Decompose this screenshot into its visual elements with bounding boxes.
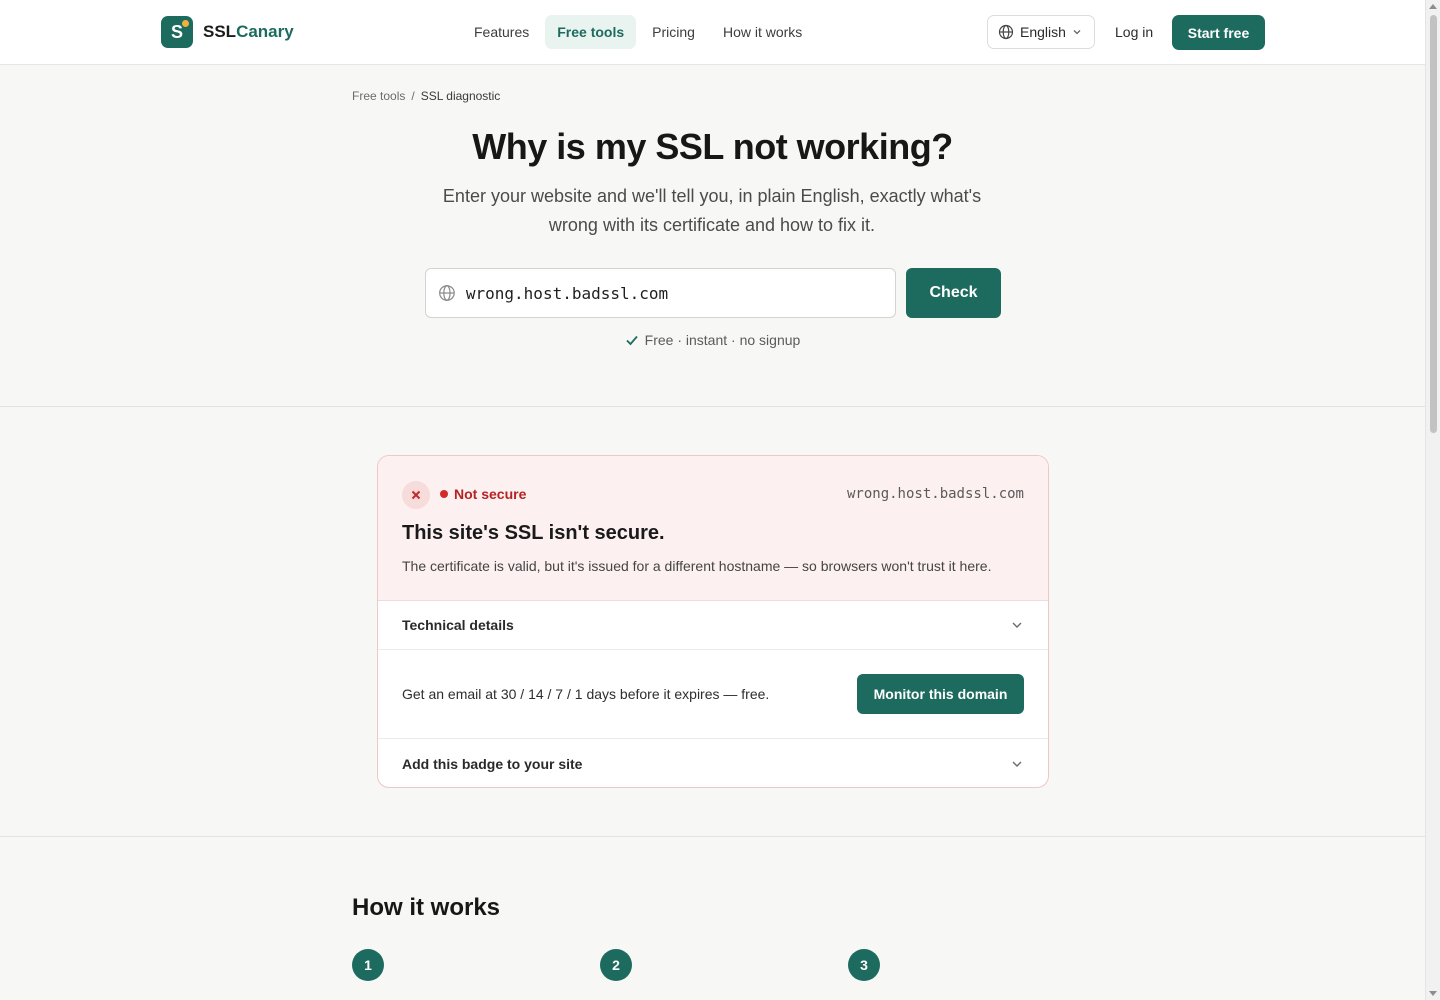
chevron-down-icon [1073,30,1081,35]
step-number-3: 3 [848,949,880,981]
result-summary: Not secure wrong.host.badssl.com This si… [378,456,1048,601]
brand-logo-dot [182,20,189,27]
status-dot [440,490,448,498]
nav-item-features[interactable]: Features [462,15,541,49]
chevron-down-icon [1012,622,1022,628]
start-free-button[interactable]: Start free [1172,15,1265,50]
language-label: English [1020,24,1066,40]
monitor-row: Get an email at 30 / 14 / 7 / 1 days bef… [378,650,1048,739]
ssl-result-card: Not secure wrong.host.badssl.com This si… [377,455,1049,788]
scroll-down-arrow[interactable] [1429,991,1437,996]
section-divider [0,406,1425,407]
result-hostname: wrong.host.badssl.com [846,486,1024,502]
brand-logo-link[interactable]: S SSLCanary [161,16,294,48]
breadcrumb: Free tools / SSL diagnostic [352,89,500,103]
brand-logo-letter: S [170,21,183,42]
step-number-1: 1 [352,949,384,981]
technical-details-label: Technical details [402,617,514,633]
status-badge: Not secure [440,486,526,502]
section-divider [0,836,1425,837]
check-button[interactable]: Check [906,268,1001,318]
status-label: Not secure [454,486,527,502]
domain-input[interactable] [465,283,883,303]
brand-name-suffix: Canary [236,22,294,41]
globe-icon [998,24,1014,40]
login-link[interactable]: Log in [1108,15,1160,49]
main-nav: Features Free tools Pricing How it works [462,15,814,49]
badge-label: Add this badge to your site [402,755,583,772]
scroll-up-arrow[interactable] [1429,4,1437,9]
chevron-down-icon [1012,761,1022,767]
close-icon [402,481,430,509]
scroll-thumb[interactable] [1430,15,1437,433]
language-selector[interactable]: English [987,15,1095,49]
brand-name-prefix: SSL [203,22,237,41]
badge-toggle[interactable]: Add this badge to your site [378,739,1048,787]
result-description: The certificate is valid, but it's issue… [402,558,992,574]
page: S SSLCanary Features Free tools Pricing … [0,0,1425,1000]
free-note: Free · instant · no signup [0,332,1425,348]
step-number-2: 2 [600,949,632,981]
result-title: This site's SSL isn't secure. [402,522,665,544]
check-icon [626,335,638,346]
nav-item-how-it-works[interactable]: How it works [711,15,814,49]
brand-name: SSLCanary [203,22,294,42]
nav-item-pricing[interactable]: Pricing [640,15,707,49]
free-note-text: Free · instant · no signup [644,332,801,348]
page-scrollbar[interactable] [1425,0,1440,1000]
monitor-domain-button[interactable]: Monitor this domain [857,674,1024,714]
brand-logo-icon: S [161,16,193,48]
page-title: Why is my SSL not working? [472,126,953,167]
monitor-text: Get an email at 30 / 14 / 7 / 1 days bef… [402,686,770,702]
globe-icon [439,285,455,301]
how-it-works-title: How it works [352,894,501,921]
page-subtitle: Enter your website and we'll tell you, i… [442,186,982,235]
breadcrumb-separator: / [411,89,415,103]
technical-details-toggle[interactable]: Technical details [378,601,1048,650]
breadcrumb-current: SSL diagnostic [420,89,501,103]
top-navigation-bar: S SSLCanary Features Free tools Pricing … [0,0,1425,65]
domain-search-field[interactable] [425,268,896,318]
nav-item-free-tools[interactable]: Free tools [545,15,637,49]
breadcrumb-free-tools[interactable]: Free tools [352,89,405,103]
